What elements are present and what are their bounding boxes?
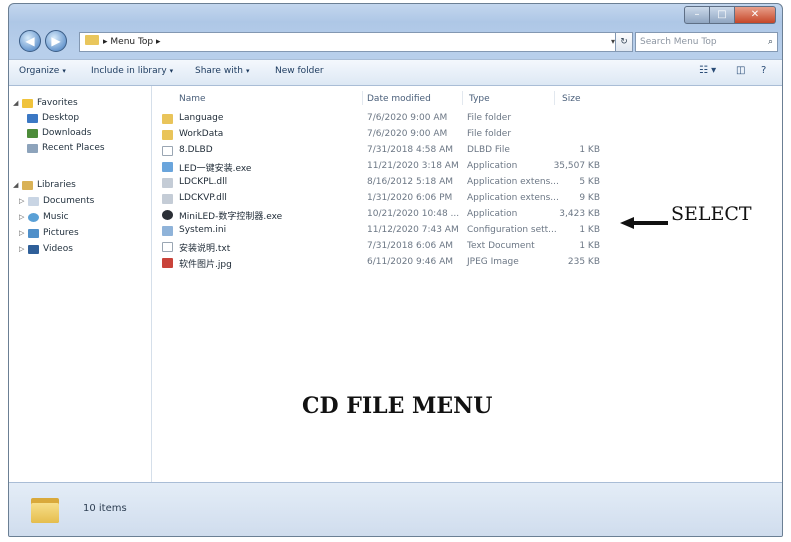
image-icon — [162, 258, 173, 268]
chevron-right-icon: ▸ — [153, 37, 161, 47]
videos-icon — [28, 244, 39, 254]
column-header-name[interactable]: Name — [179, 94, 206, 104]
pictures-icon — [28, 228, 39, 238]
nav-item-desktop[interactable]: Desktop — [27, 113, 79, 123]
address-path: Menu Top — [110, 37, 154, 47]
organize-button[interactable]: Organize ▾ — [19, 66, 66, 76]
list-item[interactable]: 8.DLBD 7/31/2018 4:58 AM DLBD File 1 KB — [162, 143, 602, 159]
list-item[interactable]: LDCKPL.dll 8/16/2012 5:18 AM Application… — [162, 175, 602, 191]
dll-icon — [162, 194, 173, 204]
music-icon — [28, 212, 39, 222]
list-item[interactable]: 安装说明.txt 7/31/2018 6:06 AM Text Document… — [162, 239, 602, 255]
minimize-button[interactable]: – — [684, 6, 710, 24]
column-divider[interactable] — [362, 91, 363, 105]
expand-icon: ▷ — [19, 213, 25, 221]
folder-icon — [85, 35, 99, 45]
list-item[interactable]: WorkData 7/6/2020 9:00 AM File folder — [162, 127, 602, 143]
search-input[interactable]: Search Menu Top ⌕ — [635, 32, 778, 52]
search-placeholder: Search Menu Top — [640, 37, 717, 47]
column-header-type[interactable]: Type — [469, 94, 490, 104]
column-header-size[interactable]: Size — [562, 94, 580, 104]
folder-icon — [162, 114, 173, 124]
nav-item-recent-places[interactable]: Recent Places — [27, 143, 105, 153]
cd-file-menu-caption: CD FILE MENU — [302, 393, 493, 419]
nav-item-music[interactable]: ▷ Music — [19, 212, 69, 222]
expand-icon: ▷ — [19, 229, 25, 237]
close-button[interactable]: ✕ — [735, 6, 776, 24]
downloads-icon — [27, 128, 38, 138]
search-icon: ⌕ — [767, 37, 773, 47]
item-count: 10 items — [83, 503, 127, 514]
file-icon — [162, 146, 173, 156]
address-bar[interactable]: ▸ Menu Top ▸ ▾ — [79, 32, 619, 52]
column-divider[interactable] — [554, 91, 555, 105]
recent-places-icon — [27, 143, 38, 153]
list-item[interactable]: MiniLED-数字控制器.exe 10/21/2020 10:48 ... A… — [162, 207, 602, 223]
desktop-icon — [27, 113, 38, 123]
select-annotation: SELECT — [671, 203, 752, 225]
dll-icon — [162, 178, 173, 188]
new-folder-button[interactable]: New folder — [275, 66, 324, 76]
list-item[interactable]: System.ini 11/12/2020 7:43 AM Configurat… — [162, 223, 602, 239]
nav-item-videos[interactable]: ▷ Videos — [19, 244, 73, 254]
list-item[interactable]: LED一键安装.exe 11/21/2020 3:18 AM Applicati… — [162, 159, 602, 175]
list-item[interactable]: Language 7/6/2020 9:00 AM File folder — [162, 111, 602, 127]
column-divider[interactable] — [462, 91, 463, 105]
preview-pane-icon[interactable]: ◫ — [736, 65, 745, 76]
folder-icon — [31, 495, 59, 523]
config-icon — [162, 226, 173, 236]
installer-icon — [162, 162, 173, 172]
refresh-button[interactable]: ↻ — [615, 32, 633, 52]
list-item[interactable]: 软件图片.jpg 6/11/2020 9:46 AM JPEG Image 23… — [162, 255, 602, 271]
star-icon — [22, 98, 33, 108]
column-header-date-modified[interactable]: Date modified — [367, 94, 431, 104]
app-icon — [162, 210, 173, 220]
nav-item-favorites[interactable]: ◢ Favorites — [13, 98, 78, 108]
nav-item-libraries[interactable]: ◢ Libraries — [13, 180, 76, 190]
include-in-library-button[interactable]: Include in library ▾ — [91, 66, 173, 76]
help-icon[interactable]: ? — [761, 65, 766, 76]
expand-icon: ▷ — [19, 197, 25, 205]
view-options-icon[interactable]: ☷ ▾ — [699, 65, 716, 76]
caption-buttons: – □ ✕ — [684, 6, 776, 24]
share-with-button[interactable]: Share with ▾ — [195, 66, 249, 76]
nav-item-documents[interactable]: ▷ Documents — [19, 196, 94, 206]
file-list: Name Date modified Type Size Language 7/… — [152, 86, 782, 482]
list-item[interactable]: LDCKVP.dll 1/31/2020 6:06 PM Application… — [162, 191, 602, 207]
maximize-button[interactable]: □ — [710, 6, 735, 24]
libraries-icon — [22, 180, 33, 190]
command-bar: Organize ▾ Include in library ▾ Share with… — [9, 59, 782, 86]
expand-icon: ◢ — [13, 99, 19, 107]
expand-icon: ▷ — [19, 245, 25, 253]
text-icon — [162, 242, 173, 252]
arrow-left-icon — [620, 217, 668, 229]
nav-item-pictures[interactable]: ▷ Pictures — [19, 228, 79, 238]
navigation-pane: ◢ Favorites Desktop Downloads Recent Plac… — [9, 86, 152, 482]
documents-icon — [28, 196, 39, 206]
folder-icon — [162, 130, 173, 140]
forward-button[interactable]: ▶ — [45, 30, 67, 52]
explorer-window: – □ ✕ ◀ ▶ ▸ Menu Top ▸ ▾ ↻ Search Menu T… — [8, 3, 783, 537]
nav-item-downloads[interactable]: Downloads — [27, 128, 91, 138]
details-pane: 10 items — [9, 482, 782, 536]
back-button[interactable]: ◀ — [19, 30, 41, 52]
expand-icon: ◢ — [13, 181, 19, 189]
